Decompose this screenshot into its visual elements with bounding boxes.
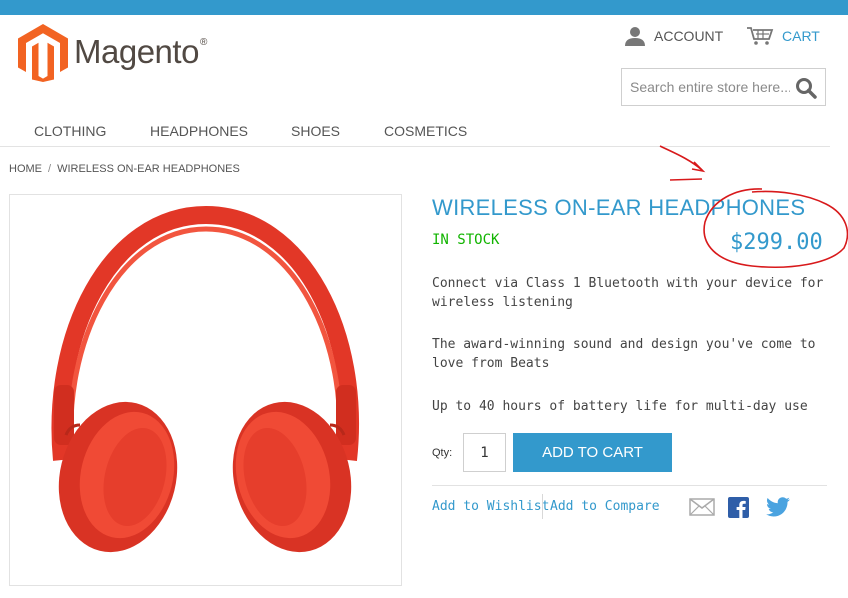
breadcrumb-home[interactable]: HOME (9, 163, 42, 175)
nav-item-cosmetics[interactable]: COSMETICS (384, 123, 467, 139)
nav-item-shoes[interactable]: SHOES (291, 123, 340, 139)
qty-label: Qty: (432, 447, 453, 459)
breadcrumb-current: WIRELESS ON-EAR HEADPHONES (57, 163, 240, 175)
add-to-wishlist-link[interactable]: Add to Wishlist (432, 499, 549, 514)
user-icon (625, 27, 645, 46)
description-battery: Up to 40 hours of battery life for multi… (432, 399, 808, 414)
product-title: WIRELESS ON-EAR HEADPHONES (432, 195, 806, 220)
description-bluetooth: Connect via Class 1 Bluetooth with your … (432, 276, 824, 310)
account-label: ACCOUNT (654, 28, 724, 44)
facebook-icon[interactable] (728, 497, 749, 518)
top-accent-bar (0, 0, 848, 15)
breadcrumb: HOME / WIRELESS ON-EAR HEADPHONES (9, 163, 240, 175)
description-sound: The award-winning sound and design you'v… (432, 337, 816, 371)
qty-input[interactable] (463, 433, 506, 472)
account-link[interactable]: ACCOUNT (624, 26, 723, 46)
divider (432, 485, 827, 486)
search-icon[interactable] (795, 77, 817, 99)
logo[interactable]: Magento® (18, 24, 207, 82)
cart-label: CART (782, 28, 820, 44)
main-nav: CLOTHING HEADPHONES SHOES COSMETICS (0, 120, 830, 147)
twitter-icon[interactable] (766, 497, 790, 517)
magento-logo-icon (18, 24, 68, 82)
cart-icon (747, 27, 774, 45)
product-image[interactable] (9, 194, 402, 586)
logo-text: Magento® (74, 33, 207, 70)
add-to-compare-link[interactable]: Add to Compare (550, 499, 660, 514)
nav-item-headphones[interactable]: HEADPHONES (150, 123, 248, 139)
nav-item-clothing[interactable]: CLOTHING (34, 123, 106, 139)
search-input[interactable] (622, 70, 790, 104)
add-to-cart-button[interactable]: ADD TO CART (513, 433, 672, 472)
link-separator (542, 494, 543, 519)
stock-status: IN STOCK (432, 232, 500, 248)
product-price: $299.00 (730, 230, 823, 255)
headphones-image (51, 205, 360, 553)
email-icon[interactable] (689, 497, 715, 517)
search-box (621, 68, 826, 106)
breadcrumb-separator: / (48, 163, 52, 175)
cart-link[interactable]: CART (746, 26, 820, 46)
